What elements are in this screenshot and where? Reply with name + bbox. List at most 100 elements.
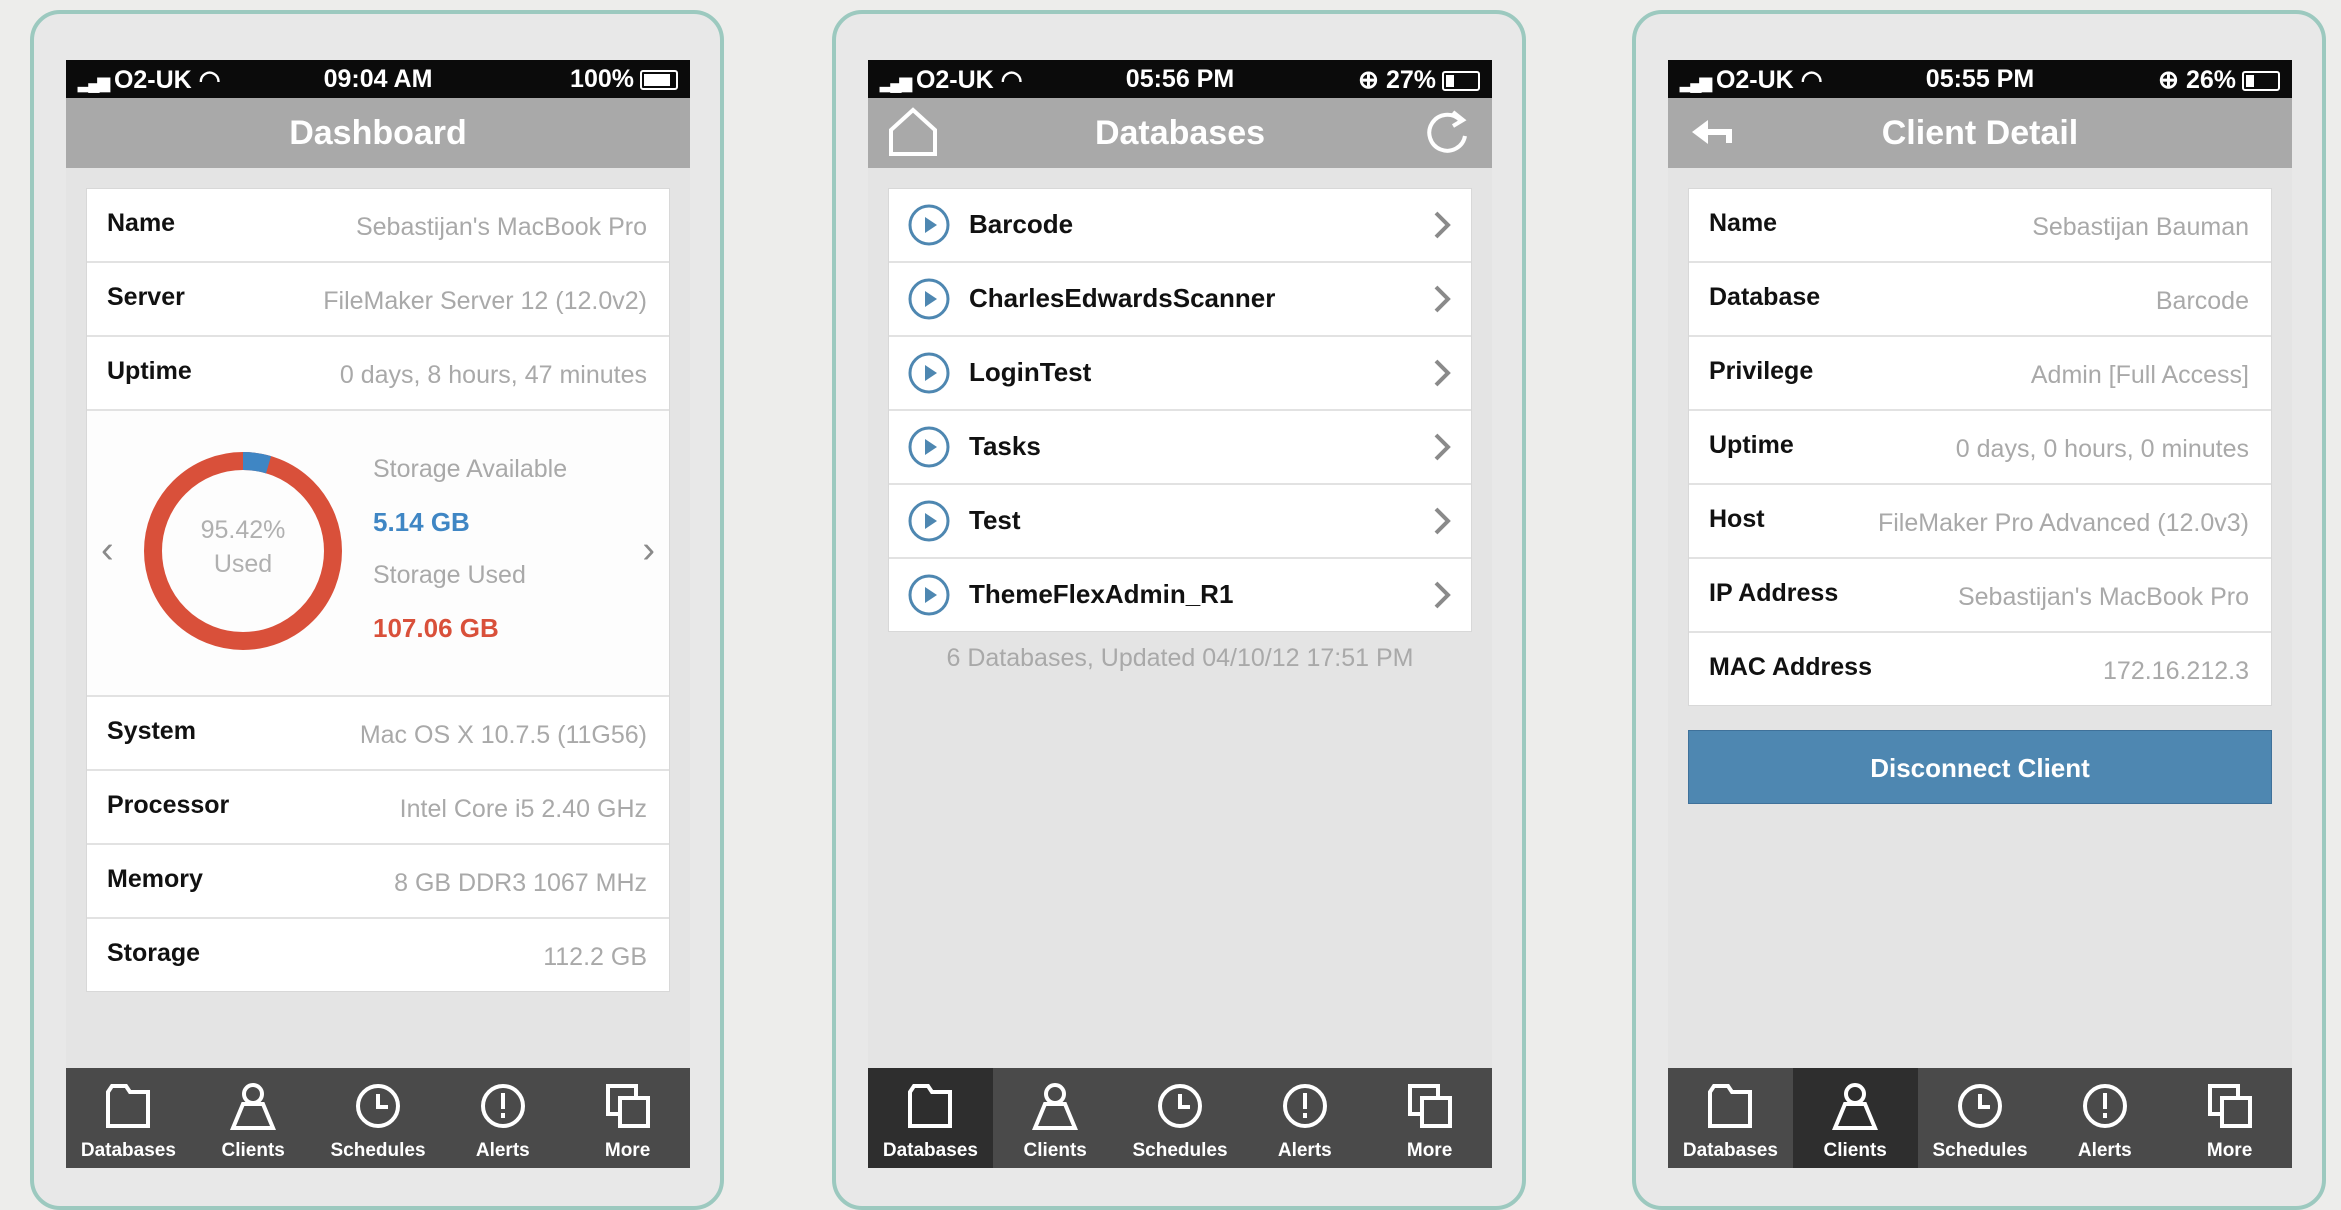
tab-clients[interactable]: Clients — [191, 1068, 316, 1168]
page-title: Dashboard — [289, 114, 467, 152]
play-icon[interactable] — [907, 277, 951, 321]
client-info-table: Name Sebastijan Bauman Database Barcode Pr… — [1688, 188, 2272, 706]
chevron-right-icon — [1434, 285, 1451, 313]
chevron-right-icon — [1434, 507, 1451, 535]
tab-more[interactable]: More — [1367, 1068, 1492, 1168]
back-arrow-icon[interactable] — [1686, 106, 1740, 160]
status-bar: ▂▄▆ O2-UK ◠ 05:56 PM ⊕ 27% — [868, 60, 1492, 98]
disconnect-client-button[interactable]: Disconnect Client — [1688, 730, 2272, 804]
tab-databases[interactable]: Databases — [66, 1068, 191, 1168]
play-icon[interactable] — [907, 203, 951, 247]
info-row-memory: Memory 8 GB DDR3 1067 MHz — [87, 845, 669, 919]
client-row-uptime: Uptime 0 days, 0 hours, 0 minutes — [1689, 411, 2271, 485]
chevron-right-icon — [1434, 359, 1451, 387]
phone-frame-dashboard: ▂▄▆ O2-UK ◠ 09:04 AM 100% Dashboard Name S… — [30, 10, 724, 1210]
battery: ⊕ 27% — [1358, 65, 1480, 95]
nav-bar: Dashboard — [66, 98, 690, 168]
phone-frame-client-detail: ▂▄▆ O2-UK ◠ 05:55 PM ⊕ 26% Client Detail … — [1632, 10, 2326, 1210]
client-row-privilege: Privilege Admin [Full Access] — [1689, 337, 2271, 411]
chevron-right-icon — [1434, 211, 1451, 239]
play-icon[interactable] — [907, 573, 951, 617]
storage-used-label: Storage Used — [373, 561, 526, 589]
client-row-name: Name Sebastijan Bauman — [1689, 189, 2271, 263]
clock-icon — [355, 1084, 400, 1128]
tab-clients[interactable]: Clients — [1792, 1068, 1918, 1168]
database-item[interactable]: Barcode — [889, 189, 1471, 263]
tab-databases[interactable]: Databases — [868, 1068, 993, 1168]
folder-icon — [106, 1084, 151, 1128]
used-percent: 95.42% Used — [200, 516, 286, 578]
chevron-left-icon[interactable]: ‹ — [101, 529, 114, 572]
tab-schedules[interactable]: Schedules — [316, 1068, 441, 1168]
database-item[interactable]: ThemeFlexAdmin_R1 — [889, 559, 1471, 631]
info-row-processor: Processor Intel Core i5 2.40 GHz — [87, 771, 669, 845]
battery: 100% — [570, 65, 678, 94]
info-row-storage: Storage 112.2 GB — [107, 939, 647, 971]
databases-screen: ▂▄▆ O2-UK ◠ 05:56 PM ⊕ 27% Databases Barc… — [868, 60, 1492, 1168]
folder-icon — [908, 1084, 953, 1128]
client-row-ip-address: IP Address Sebastijan's MacBook Pro — [1689, 559, 2271, 633]
chevron-right-icon — [1434, 433, 1451, 461]
tab-more[interactable]: More — [2167, 1068, 2292, 1168]
storage-used-value: 107.06 GB — [373, 613, 499, 643]
nav-bar: Client Detail — [1668, 98, 2292, 168]
refresh-icon[interactable] — [1420, 106, 1474, 160]
tab-bar: Databases Clients Schedules Alerts More — [1668, 1068, 2292, 1168]
nav-bar: Databases — [868, 98, 1492, 168]
tab-alerts[interactable]: Alerts — [2042, 1068, 2167, 1168]
database-item[interactable]: CharlesEdwardsScanner — [889, 263, 1471, 337]
database-list: Barcode CharlesEdwardsScanner LoginTest … — [888, 188, 1472, 632]
info-row-server: Server FileMaker Server 12 (12.0v2) — [87, 263, 669, 337]
dashboard-screen: ▂▄▆ O2-UK ◠ 09:04 AM 100% Dashboard Name S… — [66, 60, 690, 1168]
tab-alerts[interactable]: Alerts — [1242, 1068, 1367, 1168]
battery-icon — [640, 70, 678, 91]
database-item[interactable]: Test — [889, 485, 1471, 559]
storage-available-label: Storage Available — [373, 455, 568, 483]
tab-more[interactable]: More — [565, 1068, 690, 1168]
clock-icon — [1957, 1084, 2002, 1128]
client-row-database: Database Barcode — [1689, 263, 2271, 337]
client-row-host: Host FileMaker Pro Advanced (12.0v3) — [1689, 485, 2271, 559]
alert-icon — [480, 1084, 525, 1128]
info-row-system: System Mac OS X 10.7.5 (11G56) — [87, 697, 669, 771]
tab-bar: Databases Clients Schedules Alerts More — [66, 1068, 690, 1168]
play-icon[interactable] — [907, 425, 951, 469]
home-icon[interactable] — [886, 106, 940, 160]
server-info-table: Name Sebastijan's MacBook Pro Server FileM… — [86, 188, 670, 992]
client-row-mac-address: MAC Address 172.16.212.3 — [1709, 653, 2249, 685]
tab-alerts[interactable]: Alerts — [440, 1068, 565, 1168]
page-title: Databases — [1094, 114, 1266, 152]
chevron-right-icon — [1434, 581, 1451, 609]
alert-icon — [2082, 1084, 2127, 1128]
tab-bar: Databases Clients Schedules Alerts More — [868, 1068, 1492, 1168]
play-icon[interactable] — [907, 351, 951, 395]
info-row-uptime: Uptime 0 days, 8 hours, 47 minutes — [87, 337, 669, 411]
more-icon — [605, 1084, 650, 1128]
battery: ⊕ 26% — [2158, 65, 2280, 95]
database-count-note: 6 Databases, Updated 04/10/12 17:51 PM — [946, 644, 1414, 672]
battery-icon — [1442, 71, 1480, 92]
client-detail-screen: ▂▄▆ O2-UK ◠ 05:55 PM ⊕ 26% Client Detail … — [1668, 60, 2292, 1168]
person-icon — [1832, 1083, 1879, 1130]
tab-schedules[interactable]: Schedules — [1118, 1068, 1243, 1168]
battery-icon — [2242, 71, 2280, 92]
rotation-lock-icon: ⊕ — [2158, 66, 2179, 94]
tab-clients[interactable]: Clients — [993, 1068, 1118, 1168]
page-title: Client Detail — [1881, 114, 2079, 152]
folder-icon — [1708, 1084, 1753, 1128]
tab-databases[interactable]: Databases — [1668, 1068, 1793, 1168]
rotation-lock-icon: ⊕ — [1358, 66, 1379, 94]
database-item[interactable]: LoginTest — [889, 337, 1471, 411]
storage-available-value: 5.14 GB — [373, 507, 470, 537]
info-row-name: Name Sebastijan's MacBook Pro — [87, 189, 669, 263]
alert-icon — [1282, 1084, 1327, 1128]
status-bar: ▂▄▆ O2-UK ◠ 09:04 AM 100% — [66, 60, 690, 98]
more-icon — [2207, 1084, 2252, 1128]
phone-frame-databases: ▂▄▆ O2-UK ◠ 05:56 PM ⊕ 27% Databases Barc… — [832, 10, 1526, 1210]
tab-schedules[interactable]: Schedules — [1918, 1068, 2043, 1168]
person-icon — [230, 1083, 277, 1130]
chevron-right-icon[interactable]: › — [642, 529, 655, 572]
storage-panel[interactable]: ‹ 95.42% Used Storage Available 5.14 GB S… — [87, 411, 669, 697]
database-item[interactable]: Tasks — [889, 411, 1471, 485]
play-icon[interactable] — [907, 499, 951, 543]
